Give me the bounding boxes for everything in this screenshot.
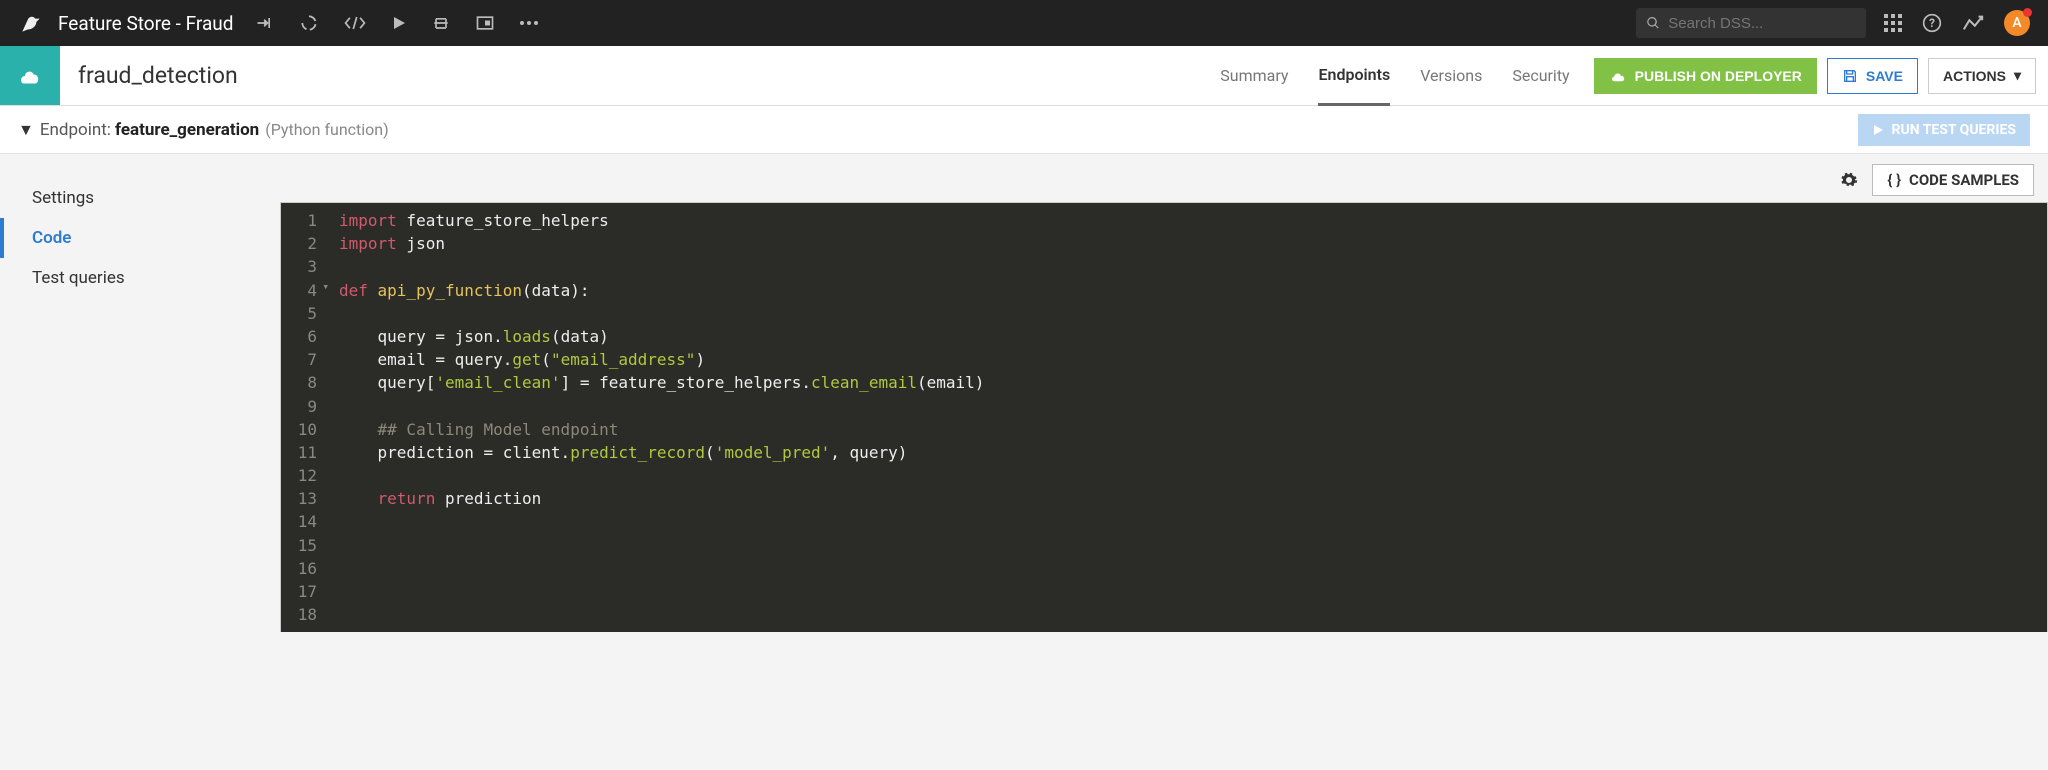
play-icon[interactable] — [391, 15, 407, 31]
main: Settings Code Test queries { } CODE SAMP… — [0, 154, 2048, 770]
avatar[interactable]: A — [2004, 10, 2030, 36]
more-icon[interactable] — [519, 20, 539, 26]
editor-area: { } CODE SAMPLES 12345678910111213141516… — [280, 154, 2048, 770]
brand-square[interactable] — [0, 46, 60, 105]
actions-label: ACTIONS — [1943, 68, 2006, 84]
sub-header: fraud_detection Summary Endpoints Versio… — [0, 46, 2048, 106]
endpoint-kind: (Python function) — [265, 120, 388, 139]
publish-label: PUBLISH ON DEPLOYER — [1635, 68, 1802, 84]
endpoint-name: feature_generation — [115, 120, 259, 140]
page-title: fraud_detection — [60, 46, 238, 105]
code-samples-label: CODE SAMPLES — [1909, 171, 2019, 189]
search-icon — [1646, 15, 1660, 31]
apps-icon[interactable] — [1884, 14, 1902, 32]
topbar: Feature Store - Fraud ? A — [0, 0, 2048, 46]
run-label: RUN TEST QUERIES — [1892, 122, 2016, 138]
publish-button[interactable]: PUBLISH ON DEPLOYER — [1594, 58, 1817, 94]
gutter: 123456789101112131415161718 — [281, 203, 325, 632]
braces-icon: { } — [1887, 171, 1901, 189]
code-editor[interactable]: 123456789101112131415161718 import featu… — [280, 202, 2048, 632]
code-samples-button[interactable]: { } CODE SAMPLES — [1872, 164, 2034, 196]
endpoint-label: Endpoint: — [40, 120, 111, 140]
sidebar-item-code[interactable]: Code — [0, 218, 280, 258]
code-icon[interactable] — [343, 13, 367, 33]
svg-text:?: ? — [1929, 16, 1935, 30]
sidebar-item-settings[interactable]: Settings — [0, 178, 280, 218]
search-box[interactable] — [1636, 8, 1866, 38]
collapse-icon[interactable]: ▼ — [18, 120, 34, 140]
flow-icon[interactable] — [255, 13, 275, 33]
tabs: Summary Endpoints Versions Security — [1220, 46, 1593, 105]
tab-versions[interactable]: Versions — [1420, 46, 1482, 106]
stack-icon[interactable] — [431, 13, 451, 33]
tab-security[interactable]: Security — [1512, 46, 1569, 106]
panel-icon[interactable] — [475, 13, 495, 33]
endpoint-row: ▼ Endpoint: feature_generation (Python f… — [0, 106, 2048, 154]
play-icon — [1872, 124, 1884, 136]
sidebar: Settings Code Test queries — [0, 154, 280, 770]
activity-icon[interactable] — [1962, 14, 1984, 32]
sidebar-item-test-queries[interactable]: Test queries — [0, 258, 280, 298]
run-test-queries-button[interactable]: RUN TEST QUERIES — [1858, 114, 2030, 146]
search-input[interactable] — [1668, 15, 1856, 32]
project-name[interactable]: Feature Store - Fraud — [58, 12, 233, 35]
chevron-down-icon: ▾ — [2014, 67, 2021, 84]
tab-summary[interactable]: Summary — [1220, 46, 1288, 106]
save-label: SAVE — [1866, 68, 1903, 84]
code-content[interactable]: import feature_store_helpers import json… — [325, 203, 2047, 632]
save-button[interactable]: SAVE — [1827, 58, 1918, 94]
save-icon — [1842, 68, 1858, 84]
gear-icon[interactable] — [1840, 171, 1858, 189]
actions-button[interactable]: ACTIONS ▾ — [1928, 58, 2036, 94]
logo-icon[interactable] — [18, 10, 44, 36]
help-icon[interactable]: ? — [1922, 13, 1942, 33]
toolbar-icons — [255, 13, 539, 33]
cycle-icon[interactable] — [299, 13, 319, 33]
editor-toolbar: { } CODE SAMPLES — [280, 154, 2048, 202]
cloud-icon — [1609, 69, 1627, 83]
tab-endpoints[interactable]: Endpoints — [1318, 46, 1390, 106]
